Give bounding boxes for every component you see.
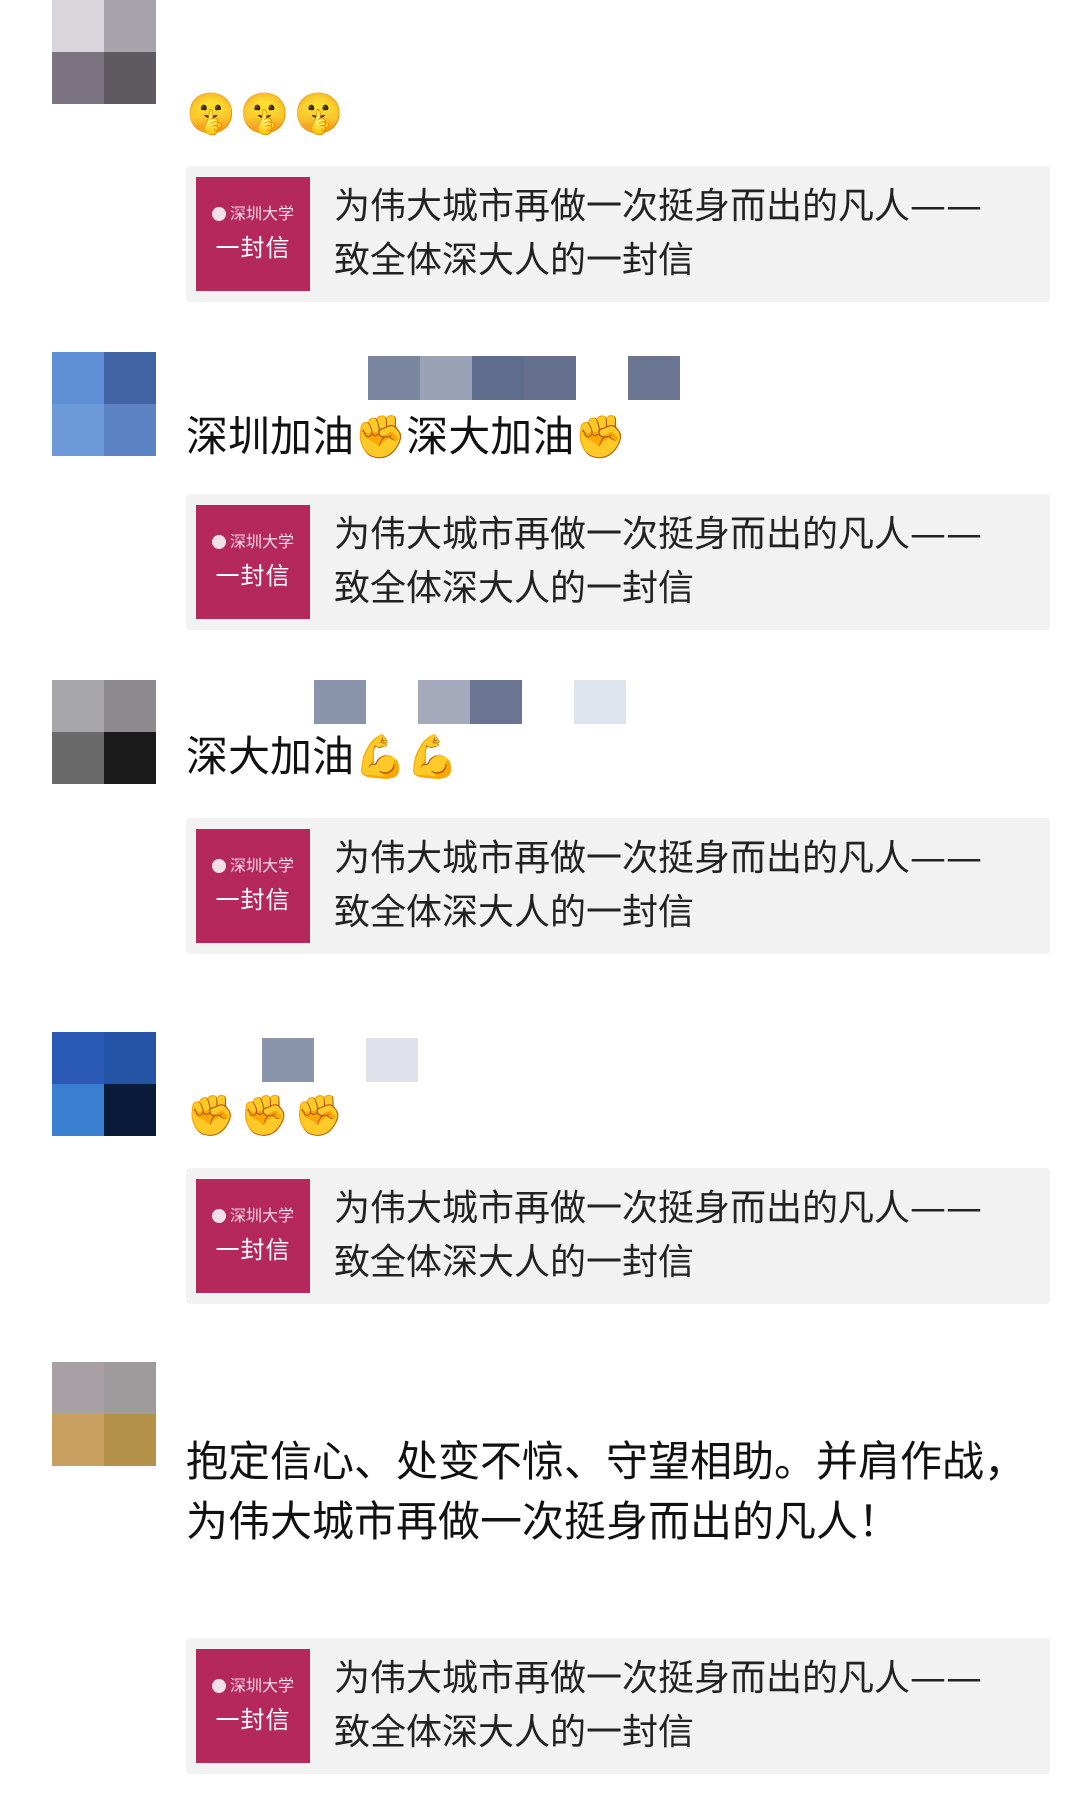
comment-emojis: 🤫 🤫 🤫 [186, 82, 347, 143]
raised-fist-icon: ✊ [239, 1092, 290, 1139]
user-avatar-blurred[interactable] [52, 1032, 156, 1136]
shushing-face-icon: 🤫 [293, 90, 344, 137]
shared-article-card[interactable]: 深圳大学 一封信 为伟大城市再做一次挺身而出的凡人—— 致全体深大人的一封信 [186, 1168, 1050, 1304]
article-thumbnail: 深圳大学 一封信 [196, 1649, 310, 1763]
article-thumbnail: 深圳大学 一封信 [196, 1179, 310, 1293]
comment-text: 深大加油💪💪 [186, 732, 459, 781]
comment-text: 深圳加油✊深大加油✊ [186, 412, 627, 461]
shared-article-card[interactable]: 深圳大学 一封信 为伟大城市再做一次挺身而出的凡人—— 致全体深大人的一封信 [186, 166, 1050, 302]
user-avatar-blurred[interactable] [52, 1362, 156, 1466]
shared-article-card[interactable]: 深圳大学 一封信 为伟大城市再做一次挺身而出的凡人—— 致全体深大人的一封信 [186, 818, 1050, 954]
thumbnail-title: 一封信 [215, 562, 291, 590]
username-blurred[interactable] [368, 356, 680, 400]
article-title-line-2: 致全体深大人的一封信 [334, 1242, 695, 1283]
shushing-face-icon: 🤫 [186, 90, 236, 137]
article-title: 为伟大城市再做一次挺身而出的凡人—— 致全体深大人的一封信 [334, 1652, 982, 1760]
article-title: 为伟大城市再做一次挺身而出的凡人—— 致全体深大人的一封信 [334, 832, 982, 940]
username-blurred[interactable] [314, 680, 626, 724]
thumbnail-title: 一封信 [215, 886, 291, 914]
university-logo: 深圳大学 [211, 1205, 294, 1227]
raised-fist-icon: ✊ [293, 1092, 344, 1139]
shared-article-card[interactable]: 深圳大学 一封信 为伟大城市再做一次挺身而出的凡人—— 致全体深大人的一封信 [186, 494, 1050, 630]
article-title: 为伟大城市再做一次挺身而出的凡人—— 致全体深大人的一封信 [334, 180, 982, 288]
user-avatar-blurred[interactable] [52, 680, 156, 784]
article-thumbnail: 深圳大学 一封信 [196, 505, 310, 619]
user-avatar-blurred[interactable] [52, 0, 156, 104]
article-title-line-1: 为伟大城市再做一次挺身而出的凡人—— [334, 1658, 983, 1699]
university-logo: 深圳大学 [211, 203, 294, 225]
username-blurred[interactable] [262, 1038, 418, 1082]
article-thumbnail: 深圳大学 一封信 [196, 177, 310, 291]
university-logo: 深圳大学 [211, 855, 294, 877]
article-thumbnail: 深圳大学 一封信 [196, 829, 310, 943]
article-title-line-1: 为伟大城市再做一次挺身而出的凡人—— [334, 514, 983, 555]
thumbnail-title: 一封信 [215, 1236, 291, 1264]
thumbnail-title: 一封信 [215, 234, 291, 262]
comment-emojis: ✊ ✊ ✊ [186, 1084, 347, 1145]
article-title-line-2: 致全体深大人的一封信 [334, 1712, 695, 1753]
article-title: 为伟大城市再做一次挺身而出的凡人—— 致全体深大人的一封信 [334, 508, 982, 616]
article-title-line-2: 致全体深大人的一封信 [334, 568, 695, 609]
thumbnail-title: 一封信 [215, 1706, 291, 1734]
article-title-line-2: 致全体深大人的一封信 [334, 892, 695, 933]
article-title-line-1: 为伟大城市再做一次挺身而出的凡人—— [334, 838, 983, 879]
user-avatar-blurred[interactable] [52, 352, 156, 456]
article-title: 为伟大城市再做一次挺身而出的凡人—— 致全体深大人的一封信 [334, 1182, 982, 1290]
raised-fist-icon: ✊ [186, 1092, 236, 1139]
comment-text: 抱定信心、处变不惊、守望相助。并肩作战，为伟大城市再做一次挺身而出的凡人！ [186, 1437, 1027, 1546]
shared-article-card[interactable]: 深圳大学 一封信 为伟大城市再做一次挺身而出的凡人—— 致全体深大人的一封信 [186, 1638, 1050, 1774]
article-title-line-1: 为伟大城市再做一次挺身而出的凡人—— [334, 1188, 983, 1229]
university-logo: 深圳大学 [211, 531, 294, 553]
university-logo: 深圳大学 [211, 1675, 294, 1697]
article-title-line-1: 为伟大城市再做一次挺身而出的凡人—— [334, 186, 983, 227]
article-title-line-2: 致全体深大人的一封信 [334, 240, 695, 281]
shushing-face-icon: 🤫 [239, 90, 290, 137]
